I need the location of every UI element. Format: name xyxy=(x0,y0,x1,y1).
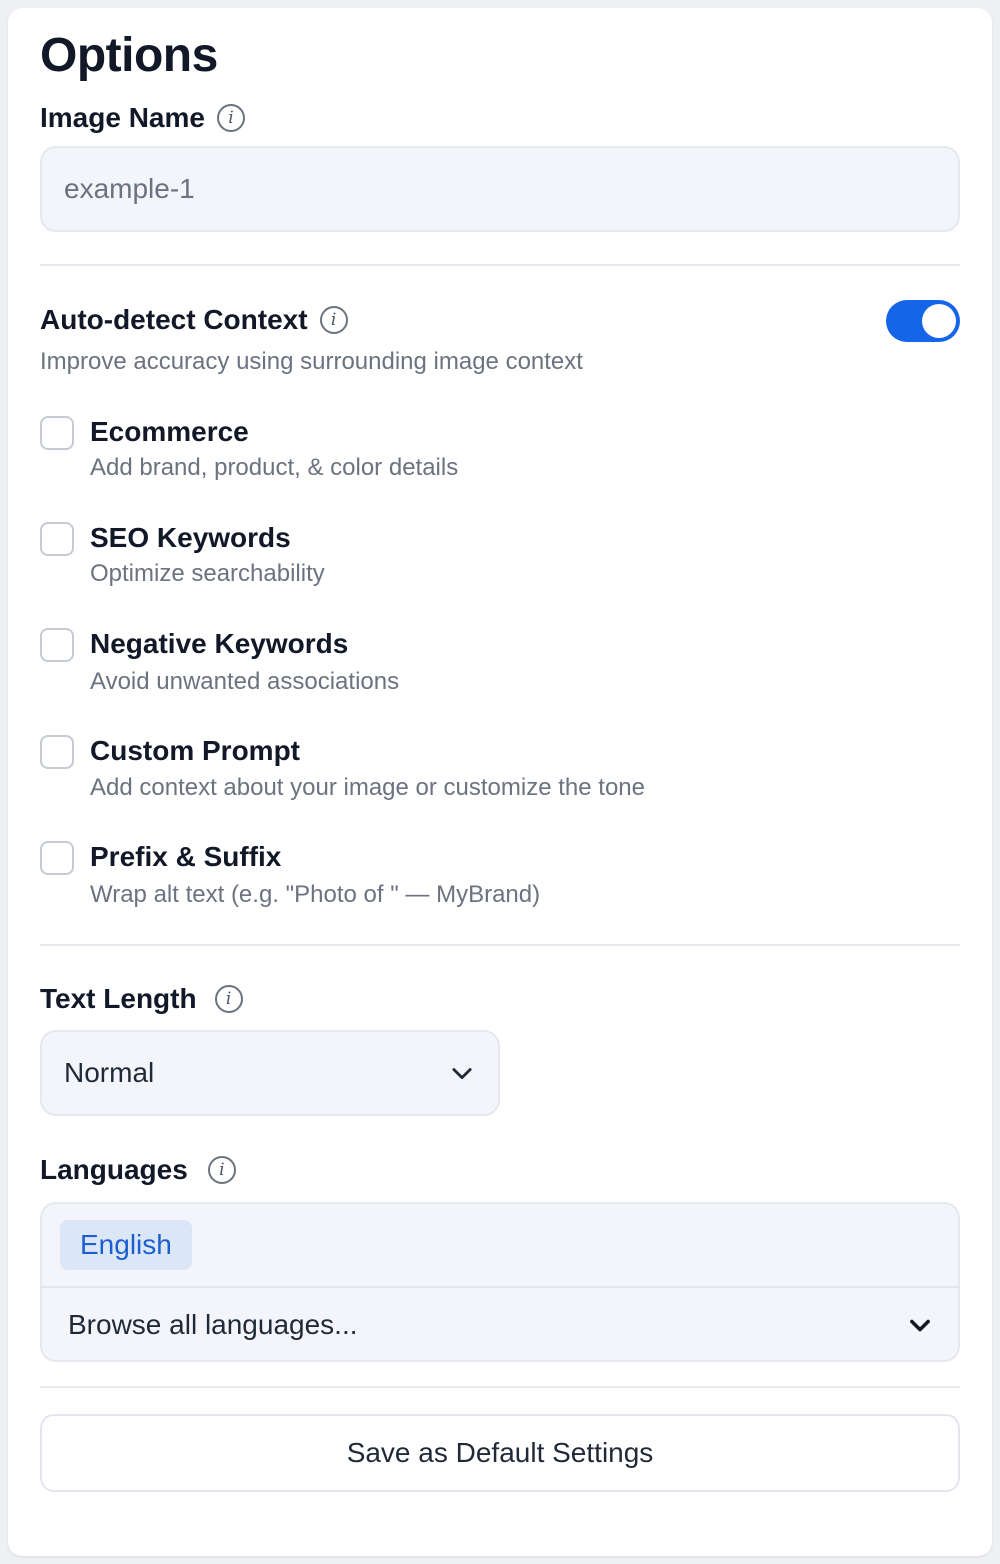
text-length-select[interactable]: Normal xyxy=(40,1030,500,1116)
info-icon[interactable]: i xyxy=(207,1156,236,1184)
auto-detect-label-row: Auto-detect Context i xyxy=(40,304,348,336)
divider xyxy=(42,1286,958,1288)
divider xyxy=(40,944,960,946)
chevron-down-icon xyxy=(910,1319,930,1332)
chevron-down-icon xyxy=(452,1068,472,1080)
options-panel: Options Image Name i example-1 Auto-dete… xyxy=(8,8,992,1556)
prefix-suffix-description: Wrap alt text (e.g. "Photo of " — MyBran… xyxy=(90,881,541,908)
text-length-value: Normal xyxy=(64,1057,155,1088)
divider xyxy=(40,1386,960,1388)
negative-keywords-title: Negative Keywords xyxy=(90,628,349,659)
language-chip-english[interactable]: English xyxy=(60,1220,192,1270)
info-icon[interactable]: i xyxy=(214,985,243,1013)
ecommerce-title: Ecommerce xyxy=(90,416,249,447)
info-icon[interactable]: i xyxy=(319,306,348,334)
auto-detect-description: Improve accuracy using surrounding image… xyxy=(40,348,583,375)
divider xyxy=(40,264,960,266)
text-length-label: Text Length xyxy=(40,983,197,1014)
seo-keywords-description: Optimize searchability xyxy=(90,560,325,587)
ecommerce-description: Add brand, product, & color details xyxy=(90,454,459,481)
custom-prompt-title: Custom Prompt xyxy=(90,735,300,766)
browse-languages-dropdown[interactable]: Browse all languages... xyxy=(68,1290,934,1360)
negative-keywords-description: Avoid unwanted associations xyxy=(90,668,400,695)
save-default-settings-button[interactable]: Save as Default Settings xyxy=(40,1414,960,1492)
image-name-label: Image Name xyxy=(40,102,205,133)
image-name-input[interactable]: example-1 xyxy=(40,146,960,232)
custom-prompt-checkbox[interactable] xyxy=(40,735,74,769)
prefix-suffix-checkbox[interactable] xyxy=(40,841,74,875)
info-icon[interactable]: i xyxy=(216,104,245,132)
text-length-label-row: Text Length i xyxy=(40,983,243,1015)
negative-keywords-checkbox[interactable] xyxy=(40,628,74,662)
prefix-suffix-title: Prefix & Suffix xyxy=(90,841,282,872)
seo-keywords-title: SEO Keywords xyxy=(90,522,291,553)
seo-keywords-checkbox[interactable] xyxy=(40,522,74,556)
image-name-label-row: Image Name i xyxy=(40,102,245,134)
custom-prompt-description: Add context about your image or customiz… xyxy=(90,774,645,801)
languages-label-row: Languages i xyxy=(40,1154,236,1186)
languages-label: Languages xyxy=(40,1154,188,1185)
browse-languages-label: Browse all languages... xyxy=(68,1309,358,1340)
toggle-knob xyxy=(922,304,956,338)
languages-select: English Browse all languages... xyxy=(40,1202,960,1362)
ecommerce-checkbox[interactable] xyxy=(40,416,74,450)
auto-detect-label: Auto-detect Context xyxy=(40,304,308,335)
auto-detect-toggle[interactable] xyxy=(886,300,960,342)
page-title: Options xyxy=(40,29,218,82)
image-name-value: example-1 xyxy=(64,173,195,204)
